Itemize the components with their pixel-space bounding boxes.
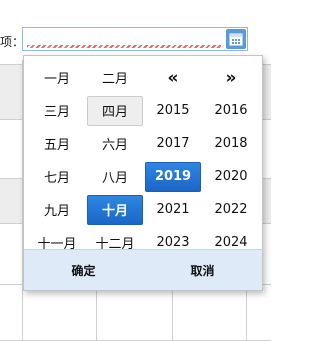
picker-footer: 确定 取消 (24, 249, 262, 290)
year-option[interactable]: 2016 (202, 94, 260, 127)
month-option-label: 七月 (43, 171, 70, 186)
year-option-label: 2020 (214, 169, 248, 184)
year-option[interactable]: 2019 (144, 160, 202, 193)
year-option-label: 2018 (214, 136, 248, 151)
month-option[interactable]: 七月 (28, 160, 86, 193)
year-option[interactable]: 2018 (202, 127, 260, 160)
confirm-button[interactable]: 确定 (24, 262, 143, 279)
year-option[interactable]: 2021 (144, 193, 202, 226)
month-option-label: 三月 (43, 105, 70, 120)
month-option-label: 十月 (87, 194, 143, 225)
spellcheck-underline (27, 45, 221, 48)
year-option-label: 2016 (214, 103, 248, 118)
year-option[interactable]: 2017 (144, 127, 202, 160)
month-year-picker: 一月 二月 « » 三月 四月 2015 2016 五月 六月 2017 2018 七月 八月 2019 20… (23, 55, 263, 291)
month-option[interactable]: 九月 (28, 193, 86, 226)
picker-grid: 一月 二月 « » 三月 四月 2015 2016 五月 六月 2017 2018 七月 八月 2019 20… (28, 61, 260, 259)
year-option[interactable]: 2015 (144, 94, 202, 127)
year-option-label: 2022 (214, 202, 248, 217)
month-option-label: 五月 (43, 138, 70, 153)
month-option[interactable]: 一月 (28, 61, 86, 94)
month-option[interactable]: 十月 (86, 193, 144, 226)
month-option-label: 四月 (87, 95, 143, 126)
month-option[interactable]: 五月 (28, 127, 86, 160)
prev-years-button-label: « (167, 67, 179, 88)
year-option-label: 2021 (156, 202, 190, 217)
month-option-label: 六月 (101, 138, 128, 153)
year-option-label: 2015 (156, 103, 190, 118)
prev-years-button[interactable]: « (144, 61, 202, 94)
year-option[interactable]: 2022 (202, 193, 260, 226)
month-option-label: 八月 (101, 171, 128, 186)
cancel-button[interactable]: 取消 (143, 262, 262, 279)
next-years-button-label: » (225, 67, 237, 88)
month-option[interactable]: 八月 (86, 160, 144, 193)
month-option[interactable]: 六月 (86, 127, 144, 160)
month-option[interactable]: 四月 (86, 94, 144, 127)
year-option-label: 2019 (145, 161, 201, 192)
calendar-button[interactable] (226, 29, 246, 49)
field-label: 项： (0, 35, 25, 49)
month-option-label: 一月 (43, 72, 70, 87)
calendar-icon (229, 33, 243, 46)
year-option[interactable]: 2020 (202, 160, 260, 193)
month-option[interactable]: 三月 (28, 94, 86, 127)
month-option-label: 二月 (101, 72, 128, 87)
date-input[interactable] (22, 27, 248, 51)
next-years-button[interactable]: » (202, 61, 260, 94)
month-option[interactable]: 二月 (86, 61, 144, 94)
month-option-label: 九月 (43, 204, 70, 219)
year-option-label: 2017 (156, 136, 190, 151)
